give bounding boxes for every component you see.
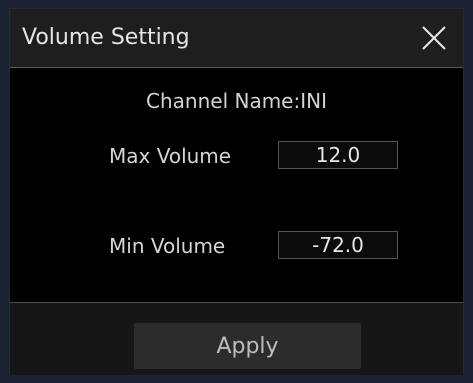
min-volume-label: Min Volume — [109, 234, 226, 258]
apply-button[interactable]: Apply — [134, 323, 361, 369]
max-volume-input[interactable] — [278, 141, 398, 169]
title-divider — [10, 67, 463, 68]
min-volume-input[interactable] — [278, 231, 398, 259]
dialog-title: Volume Setting — [22, 25, 190, 50]
max-volume-label: Max Volume — [109, 144, 232, 168]
close-icon[interactable] — [419, 23, 449, 53]
dialog-titlebar: Volume Setting — [10, 9, 463, 67]
channel-name-label: Channel Name:INI — [146, 89, 327, 113]
dialog-footer: Apply — [10, 303, 463, 375]
volume-setting-dialog: Volume Setting Channel Name:INI Max Volu… — [9, 8, 464, 375]
